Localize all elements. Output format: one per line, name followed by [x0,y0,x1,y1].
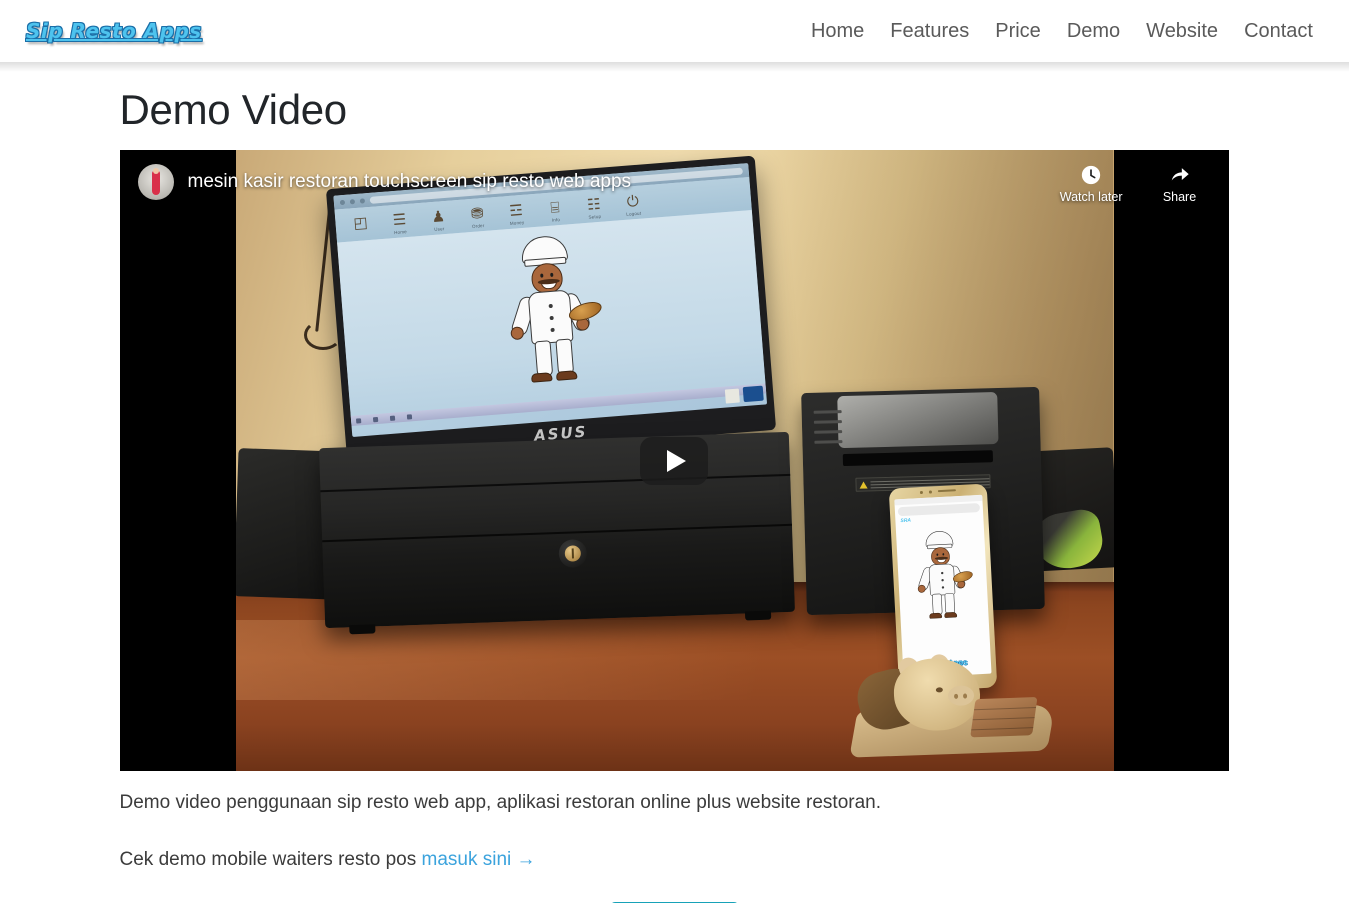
video-title[interactable]: mesin kasir restoran touchscreen sip res… [188,171,632,193]
printer-lid [836,392,999,449]
taskbar-back-icon [372,416,378,422]
warning-triangle-icon [858,480,868,489]
video-player[interactable]: ◰ ☰ Home ♟ User ⛃ Order ☲ Money ⌸ Info ☷… [119,150,1229,771]
site-header: Sip Resto Apps Home Features Price Demo … [0,0,1349,72]
mobile-demo-paragraph: Cek demo mobile waiters resto pos masuk … [120,846,1230,875]
video-title-group: mesin kasir restoran touchscreen sip res… [137,164,632,200]
printer-paper-slot [842,450,993,467]
phone-address-bar [897,502,980,517]
description-paragraph: Demo video penggunaan sip resto web app,… [119,792,882,813]
play-triangle-icon [666,449,686,472]
main-nav: Home Features Price Demo Website Contact [811,21,1313,41]
cash-drawer-lock-icon [557,538,587,568]
pos-app-canvas [336,209,766,427]
chef-mascot-illustration [490,232,611,390]
mobile-demo-text: Cek demo mobile waiters resto pos [119,848,422,870]
brand-logo[interactable]: Sip Resto Apps [26,19,202,43]
scene-cash-drawer [318,431,795,635]
pos-tool-money-label: Money [509,219,525,226]
taskbar-search-icon [389,415,395,421]
masuk-sini-link[interactable]: masuk sini → [422,849,536,870]
pos-tool-order-label: Order [471,222,485,229]
pos-tool-home-label: Home [393,229,407,236]
video-overlay-topbar: mesin kasir restoran touchscreen sip res… [120,150,1229,214]
pos-tool-setup-label: Setup [587,213,601,220]
share-button[interactable]: Share [1149,164,1211,204]
pos-tool-user-label: User [433,226,445,232]
pos-tool-info-label: Info [551,217,560,223]
share-label: Share [1162,190,1197,204]
nav-item-demo[interactable]: Demo [1067,21,1120,41]
windows-start-icon [355,417,361,424]
page-title: Demo Video [119,86,348,133]
play-button[interactable] [640,436,708,485]
phone-earpiece [888,487,986,496]
nav-item-home[interactable]: Home [811,21,864,41]
share-arrow-icon [1168,164,1192,186]
nav-item-contact[interactable]: Contact [1244,21,1313,41]
nav-item-price[interactable]: Price [995,21,1041,41]
clock-icon [1080,164,1102,186]
scene-pig-figurine [848,631,1055,758]
nav-item-website[interactable]: Website [1146,21,1218,41]
intel-sticker-icon [742,385,764,403]
monitor-white-sticker [724,388,740,404]
phone-chef-mascot [907,529,978,622]
pos-tool-0: ◰ [344,213,375,234]
nav-item-features[interactable]: Features [890,21,969,41]
channel-avatar-icon[interactable] [137,164,174,200]
watch-later-button[interactable]: Watch later [1060,164,1123,204]
printer-status-leds [813,410,842,451]
taskbar-taskview-icon [406,413,412,420]
watch-later-label: Watch later [1059,190,1123,204]
phone-app-logo: SRA [899,517,911,525]
page-content: Demo Video ◰ ☰ Home ♟ User ⛃ Order ☲ Mon… [0,62,1349,903]
pos-tool-0-icon: ◰ [352,214,368,233]
video-overlay-actions: Watch later Share [1060,164,1211,204]
